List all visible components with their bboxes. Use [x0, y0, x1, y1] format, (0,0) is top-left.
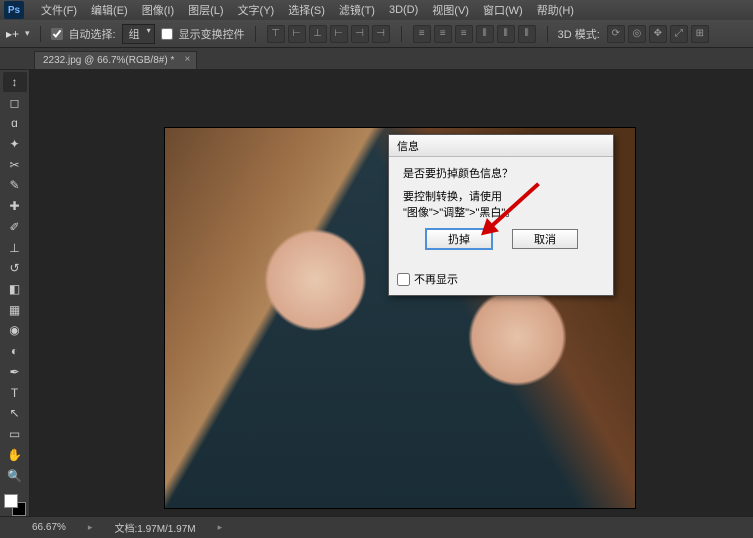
zoom-tool[interactable]: 🔍	[3, 466, 27, 486]
shape-tool[interactable]: ▭	[3, 424, 27, 444]
tools-panel: ↕ ◻ ɑ ✦ ✂ ✎ ✚ ✐ ⊥ ↺ ◧ ▦ ◉ ◐ ✒ T ↖ ▭ ✋ 🔍	[0, 70, 30, 516]
menu-window[interactable]: 窗口(W)	[476, 2, 530, 18]
dialog-message-1: 是否要扔掉颜色信息？	[403, 167, 601, 182]
wand-tool[interactable]: ✦	[3, 134, 27, 154]
align-buttons: ⊤ ⊢ ⊥ ⊢ ⊣ ⊣	[266, 25, 391, 43]
menu-file[interactable]: 文件(F)	[34, 2, 84, 18]
gradient-tool[interactable]: ▦	[3, 300, 27, 320]
status-bar: 66.67% ▸ 文档:1.97M/1.97M ▸	[0, 516, 753, 538]
auto-select-checkbox[interactable]	[51, 28, 63, 40]
dropdown-icon[interactable]: ▾	[25, 28, 30, 39]
3d-4-icon[interactable]: ⤢	[670, 25, 688, 43]
hand-tool[interactable]: ✋	[3, 445, 27, 465]
doc-size: 文档:1.97M/1.97M	[114, 520, 195, 535]
close-icon[interactable]: ×	[185, 54, 191, 65]
dont-show-checkbox[interactable]	[397, 273, 410, 286]
menu-help[interactable]: 帮助(H)	[530, 2, 581, 18]
3d-1-icon[interactable]: ⟳	[607, 25, 625, 43]
dist-2-icon[interactable]: ≡	[434, 25, 452, 43]
mode3d-label: 3D 模式:	[558, 26, 600, 42]
3d-3-icon[interactable]: ✥	[649, 25, 667, 43]
menu-bar: Ps 文件(F) 编辑(E) 图像(I) 图层(L) 文字(Y) 选择(S) 滤…	[0, 0, 753, 20]
dist-4-icon[interactable]: ⫴	[476, 25, 494, 43]
3d-5-icon[interactable]: ⊞	[691, 25, 709, 43]
zoom-level[interactable]: 66.67%	[32, 522, 66, 533]
crop-tool[interactable]: ✂	[3, 155, 27, 175]
dialog-message-3: "图像">"调整">"黑白"。	[403, 206, 601, 221]
options-bar: ▸+ ▾ 自动选择: 组 ▾ 显示变换控件 ⊤ ⊢ ⊥ ⊢ ⊣ ⊣ ≡ ≡ ≡ …	[0, 20, 753, 48]
heal-tool[interactable]: ✚	[3, 196, 27, 216]
align-left-icon[interactable]: ⊢	[330, 25, 348, 43]
mode3d-buttons: ⟳ ◎ ✥ ⤢ ⊞	[606, 25, 710, 43]
fg-color[interactable]	[4, 494, 18, 508]
path-tool[interactable]: ↖	[3, 404, 27, 424]
distribute-buttons: ≡ ≡ ≡ ⫴ ⫴ ⫴	[412, 25, 537, 43]
doc-arrow-icon[interactable]: ▸	[218, 522, 223, 533]
menu-layer[interactable]: 图层(L)	[181, 2, 230, 18]
stamp-tool[interactable]: ⊥	[3, 238, 27, 258]
zoom-arrow-icon[interactable]: ▸	[88, 522, 93, 533]
dodge-tool[interactable]: ◐	[3, 341, 27, 361]
dist-6-icon[interactable]: ⫴	[518, 25, 536, 43]
pen-tool[interactable]: ✒	[3, 362, 27, 382]
dialog-title: 信息	[389, 135, 613, 157]
marquee-tool[interactable]: ◻	[3, 93, 27, 113]
app-logo: Ps	[4, 1, 24, 19]
auto-select-label: 自动选择:	[69, 26, 116, 42]
menu-3d[interactable]: 3D(D)	[382, 4, 425, 16]
ok-button[interactable]: 扔掉	[426, 229, 492, 249]
history-brush-tool[interactable]: ↺	[3, 258, 27, 278]
color-swatch[interactable]	[4, 494, 26, 516]
tab-title: 2232.jpg @ 66.7%(RGB/8#) *	[43, 55, 174, 66]
lasso-tool[interactable]: ɑ	[3, 113, 27, 133]
dont-show-label: 不再显示	[414, 271, 458, 287]
blur-tool[interactable]: ◉	[3, 321, 27, 341]
menu-select[interactable]: 选择(S)	[281, 2, 332, 18]
document-tab[interactable]: 2232.jpg @ 66.7%(RGB/8#) * ×	[34, 51, 197, 69]
eraser-tool[interactable]: ◧	[3, 279, 27, 299]
align-hcenter-icon[interactable]: ⊣	[351, 25, 369, 43]
menu-edit[interactable]: 编辑(E)	[84, 2, 135, 18]
type-tool[interactable]: T	[3, 383, 27, 403]
dist-3-icon[interactable]: ≡	[455, 25, 473, 43]
show-transform-checkbox[interactable]	[161, 28, 173, 40]
align-top-icon[interactable]: ⊤	[267, 25, 285, 43]
move-tool[interactable]: ↕	[3, 72, 27, 92]
dist-5-icon[interactable]: ⫴	[497, 25, 515, 43]
show-transform-label: 显示变换控件	[179, 26, 245, 42]
menu-image[interactable]: 图像(I)	[135, 2, 181, 18]
brush-tool[interactable]: ✐	[3, 217, 27, 237]
3d-2-icon[interactable]: ◎	[628, 25, 646, 43]
menu-filter[interactable]: 滤镜(T)	[332, 2, 382, 18]
auto-select-dropdown[interactable]: 组 ▾	[122, 24, 155, 44]
eyedropper-tool[interactable]: ✎	[3, 176, 27, 196]
document-tabs: 2232.jpg @ 66.7%(RGB/8#) * ×	[0, 48, 753, 70]
menu-view[interactable]: 视图(V)	[425, 2, 476, 18]
menu-type[interactable]: 文字(Y)	[231, 2, 282, 18]
align-bottom-icon[interactable]: ⊥	[309, 25, 327, 43]
dialog-message-2: 要控制转换，请使用	[403, 190, 601, 205]
cancel-button[interactable]: 取消	[512, 229, 578, 249]
dist-1-icon[interactable]: ≡	[413, 25, 431, 43]
info-dialog: 信息 是否要扔掉颜色信息？ 要控制转换，请使用 "图像">"调整">"黑白"。 …	[388, 134, 614, 296]
align-vcenter-icon[interactable]: ⊢	[288, 25, 306, 43]
move-tool-icon: ▸+	[6, 27, 19, 41]
align-right-icon[interactable]: ⊣	[372, 25, 390, 43]
